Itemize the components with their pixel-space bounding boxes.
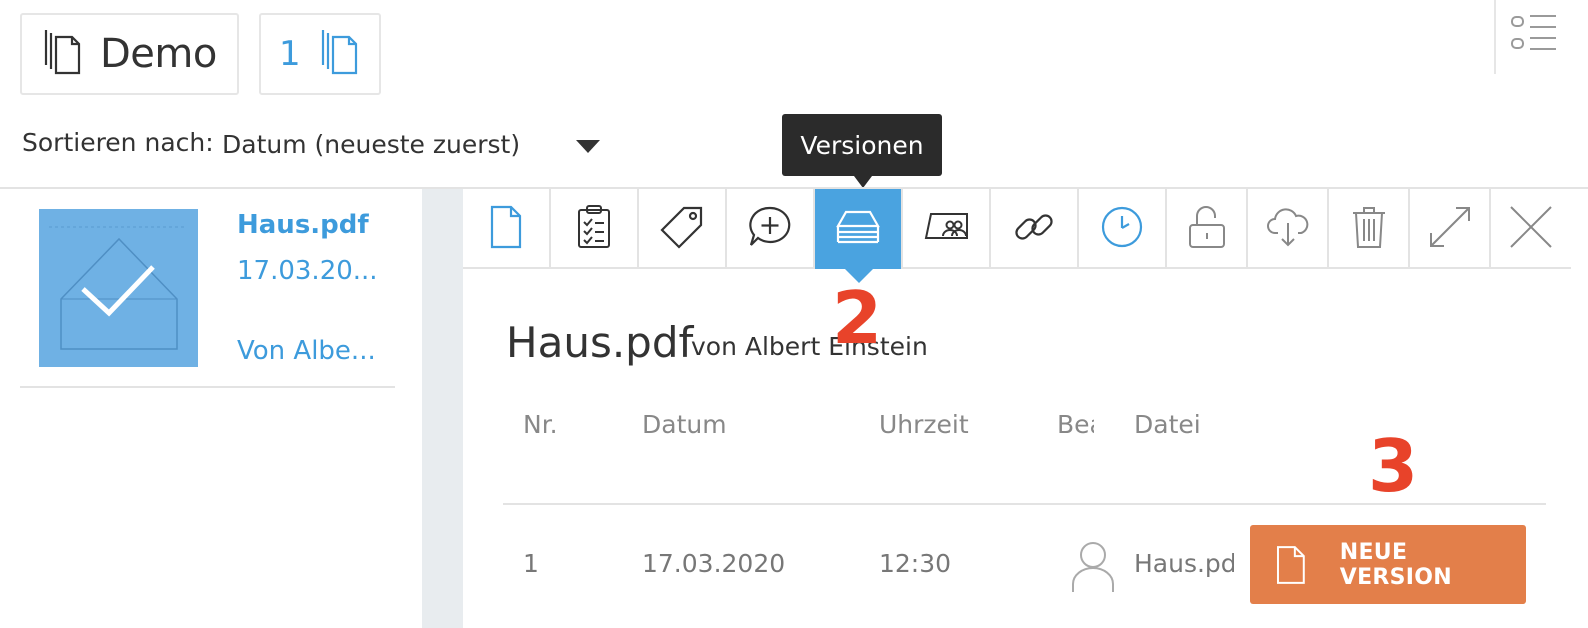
close-button[interactable] xyxy=(1491,189,1571,269)
tab-document[interactable] xyxy=(463,189,551,269)
sort-select[interactable]: Datum (neueste zuerst) xyxy=(222,130,520,159)
tab-versions[interactable] xyxy=(815,189,903,283)
link-icon xyxy=(1012,205,1056,253)
new-version-label: NEUE VERSION xyxy=(1339,539,1453,590)
chevron-down-icon[interactable] xyxy=(576,140,600,153)
tab-history[interactable] xyxy=(1079,189,1167,269)
document-count-button[interactable]: 1 xyxy=(259,13,381,95)
column-header-datum: Datum xyxy=(642,410,727,439)
document-count: 1 xyxy=(279,34,301,74)
document-toolbar xyxy=(463,189,1571,283)
versions-tooltip: Versionen xyxy=(782,114,942,188)
trash-icon xyxy=(1351,205,1387,253)
file-name[interactable]: Haus.pdf xyxy=(237,210,369,240)
project-name: Demo xyxy=(100,31,217,77)
user-icon xyxy=(1070,538,1116,594)
document-title: Haus.pdf xyxy=(506,318,694,367)
documents-icon xyxy=(42,29,82,79)
column-header-uhrzeit: Uhrzeit xyxy=(879,410,969,439)
tab-download[interactable] xyxy=(1248,189,1329,269)
file-author: Von Albe... xyxy=(237,336,376,366)
tab-checklist[interactable] xyxy=(551,189,639,269)
list-view-icon[interactable] xyxy=(1510,12,1560,58)
tab-links[interactable] xyxy=(991,189,1079,269)
version-number: 1 xyxy=(523,549,539,578)
column-header-datei: Datei xyxy=(1134,410,1201,439)
version-date: 17.03.2020 xyxy=(642,549,786,578)
checkmark-icon xyxy=(81,265,155,317)
versions-icon xyxy=(836,210,880,248)
unlock-icon xyxy=(1187,205,1227,253)
project-button[interactable]: Demo xyxy=(20,13,239,95)
add-comment-icon xyxy=(748,205,792,253)
annotation-marker-2: 2 xyxy=(832,276,883,360)
column-header-bearbeiter: Bearbeiter xyxy=(1057,410,1094,439)
tag-icon xyxy=(660,205,704,253)
file-thumbnail[interactable] xyxy=(39,209,198,367)
tooltip-text: Versionen xyxy=(800,130,924,160)
version-file[interactable]: Haus.pdf xyxy=(1134,549,1234,578)
column-header-nr: Nr. xyxy=(523,410,558,439)
list-divider xyxy=(20,386,395,388)
tab-comments[interactable] xyxy=(727,189,815,269)
documents-icon xyxy=(319,29,359,79)
document-icon xyxy=(490,205,522,253)
tab-tags[interactable] xyxy=(639,189,727,269)
annotation-marker-3: 3 xyxy=(1368,424,1419,508)
version-time: 12:30 xyxy=(879,549,952,578)
file-date: 17.03.20... xyxy=(237,256,378,286)
clock-icon xyxy=(1100,205,1144,253)
tab-delete[interactable] xyxy=(1329,189,1410,269)
tab-expand[interactable] xyxy=(1410,189,1491,269)
sort-label: Sortieren nach: xyxy=(22,128,214,157)
checklist-icon xyxy=(577,205,611,253)
header-divider xyxy=(1494,0,1496,74)
close-icon xyxy=(1509,205,1553,253)
tab-unlock[interactable] xyxy=(1167,189,1248,269)
new-version-button[interactable]: NEUE VERSION xyxy=(1250,525,1526,604)
panel-gutter xyxy=(422,189,463,628)
tab-sharing[interactable] xyxy=(903,189,991,269)
document-icon xyxy=(1276,545,1305,584)
expand-icon xyxy=(1428,205,1472,253)
shared-users-icon xyxy=(924,212,968,246)
document-author: von Albert Einstein xyxy=(691,332,928,361)
cloud-download-icon xyxy=(1266,207,1310,251)
